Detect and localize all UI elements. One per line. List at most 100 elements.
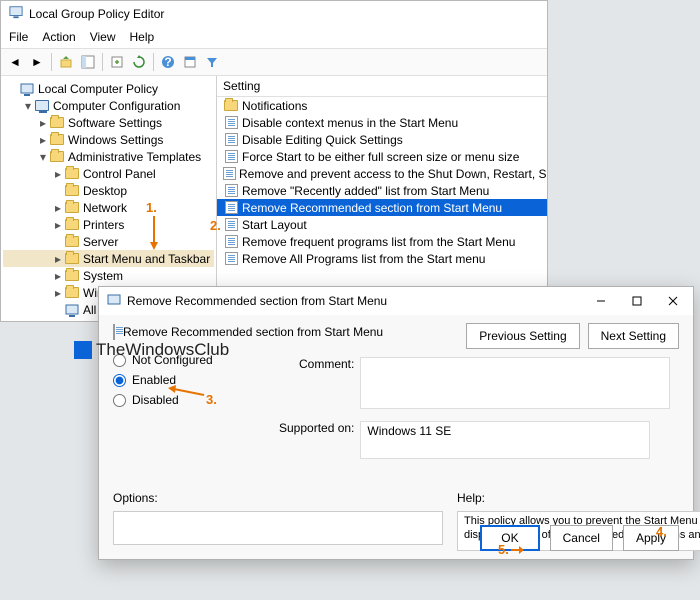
supported-label: Supported on: xyxy=(279,421,354,435)
tree-item-label: Local Computer Policy xyxy=(38,82,158,96)
tree-item[interactable]: ▸ Windows Settings xyxy=(3,131,214,148)
tree-item[interactable]: ▸Control Panel xyxy=(3,165,214,182)
up-icon[interactable] xyxy=(56,52,76,72)
twisty-icon[interactable]: ▸ xyxy=(52,167,64,181)
tree-item[interactable]: ▸ System xyxy=(3,267,214,284)
tree-item-label: Start Menu and Taskbar xyxy=(83,252,210,266)
tree-item-label: Printers xyxy=(83,218,124,232)
forward-icon[interactable]: ► xyxy=(27,52,47,72)
comment-label: Comment: xyxy=(299,357,354,371)
window-titlebar: Local Group Policy Editor xyxy=(1,1,547,26)
tree-item-label: System xyxy=(83,269,123,283)
tree-item[interactable]: Server xyxy=(3,233,214,250)
folder-icon xyxy=(223,100,239,111)
policy-icon xyxy=(223,184,239,197)
list-item-label: Disable context menus in the Start Menu xyxy=(242,116,458,130)
ok-button[interactable]: OK xyxy=(480,525,539,551)
list-item[interactable]: Remove and prevent access to the Shut Do… xyxy=(217,165,547,182)
list-item[interactable]: Start Layout xyxy=(217,216,547,233)
twisty-icon[interactable]: ▸ xyxy=(52,252,64,266)
help-icon[interactable]: ? xyxy=(158,52,178,72)
menu-file[interactable]: File xyxy=(9,30,28,44)
list-item-label: Remove "Recently added" list from Start … xyxy=(242,184,489,198)
apply-button[interactable]: Apply xyxy=(623,525,679,551)
folder-icon xyxy=(64,219,80,230)
radio-label: Disabled xyxy=(132,393,179,407)
twisty-icon[interactable]: ▸ xyxy=(52,286,64,300)
gp-icon xyxy=(64,303,80,317)
list-item[interactable]: Force Start to be either full screen siz… xyxy=(217,148,547,165)
folder-icon xyxy=(64,236,80,247)
tree-item[interactable]: Local Computer Policy xyxy=(3,80,214,97)
folder-icon xyxy=(64,253,80,264)
settings-list[interactable]: Notifications Disable context menus in th… xyxy=(217,97,547,267)
menu-view[interactable]: View xyxy=(90,30,116,44)
list-item[interactable]: Remove "Recently added" list from Start … xyxy=(217,182,547,199)
twisty-icon[interactable]: ▾ xyxy=(37,150,49,164)
close-icon[interactable] xyxy=(655,288,691,314)
twisty-icon[interactable]: ▸ xyxy=(52,201,64,215)
cancel-button[interactable]: Cancel xyxy=(550,525,613,551)
twisty-icon[interactable]: ▸ xyxy=(52,269,64,283)
list-item[interactable]: Remove All Programs list from the Start … xyxy=(217,250,547,267)
policy-icon xyxy=(223,167,236,180)
export-icon[interactable] xyxy=(107,52,127,72)
tree-item[interactable]: ▸Network xyxy=(3,199,214,216)
tree-item-label: Windows Settings xyxy=(68,133,163,147)
policy-icon xyxy=(223,252,239,265)
list-header[interactable]: Setting xyxy=(217,76,547,97)
tree-item[interactable]: Desktop xyxy=(3,182,214,199)
radio-label: Not Configured xyxy=(132,353,213,367)
comment-field[interactable] xyxy=(360,357,670,409)
twisty-icon[interactable]: ▾ xyxy=(22,99,34,113)
twisty-icon[interactable]: ▸ xyxy=(52,218,64,232)
window-title: Local Group Policy Editor xyxy=(29,7,164,21)
radio-label: Enabled xyxy=(132,373,176,387)
policy-icon xyxy=(223,116,239,129)
folder-icon xyxy=(64,270,80,281)
tree-item[interactable]: ▸ Printers xyxy=(3,216,214,233)
dialog-titlebar[interactable]: Remove Recommended section from Start Me… xyxy=(99,287,693,315)
tree-item[interactable]: ▸ Software Settings xyxy=(3,114,214,131)
refresh-icon[interactable] xyxy=(129,52,149,72)
list-item[interactable]: Remove frequent programs list from the S… xyxy=(217,233,547,250)
list-item[interactable]: Remove Recommended section from Start Me… xyxy=(217,199,547,216)
gpedit-window: Local Group Policy Editor File Action Vi… xyxy=(0,0,548,322)
next-setting-button[interactable]: Next Setting xyxy=(588,323,679,349)
list-item-label: Notifications xyxy=(242,99,307,113)
menu-action[interactable]: Action xyxy=(42,30,75,44)
policy-icon xyxy=(223,218,239,231)
tree-item[interactable]: ▸ Start Menu and Taskbar xyxy=(3,250,214,267)
tree-item-label: Software Settings xyxy=(68,116,162,130)
back-icon[interactable]: ◄ xyxy=(5,52,25,72)
policy-icon xyxy=(113,325,115,339)
separator xyxy=(153,53,154,71)
menu-help[interactable]: Help xyxy=(130,30,155,44)
list-item[interactable]: Disable context menus in the Start Menu xyxy=(217,114,547,131)
folder-icon xyxy=(49,117,65,128)
folder-icon xyxy=(64,168,80,179)
list-item-label: Remove and prevent access to the Shut Do… xyxy=(239,167,547,181)
filter-icon[interactable] xyxy=(202,52,222,72)
svg-text:?: ? xyxy=(164,55,171,69)
tree-item[interactable]: ▾Computer Configuration xyxy=(3,97,214,114)
gpedit-icon xyxy=(9,5,23,22)
show-hide-tree-icon[interactable] xyxy=(78,52,98,72)
policy-icon xyxy=(223,150,239,163)
supported-field: Windows 11 SE xyxy=(360,421,650,459)
separator xyxy=(102,53,103,71)
list-item[interactable]: Disable Editing Quick Settings xyxy=(217,131,547,148)
tree-item-label: Desktop xyxy=(83,184,127,198)
folder-icon xyxy=(49,134,65,145)
list-item[interactable]: Notifications xyxy=(217,97,547,114)
policy-icon xyxy=(223,133,239,146)
tree-item[interactable]: ▾Administrative Templates xyxy=(3,148,214,165)
properties-icon[interactable] xyxy=(180,52,200,72)
previous-setting-button[interactable]: Previous Setting xyxy=(466,323,579,349)
twisty-icon[interactable]: ▸ xyxy=(37,133,49,147)
minimize-icon[interactable] xyxy=(583,288,619,314)
twisty-icon[interactable]: ▸ xyxy=(37,116,49,130)
maximize-icon[interactable] xyxy=(619,288,655,314)
list-item-label: Start Layout xyxy=(242,218,307,232)
help-label: Help: xyxy=(457,491,485,505)
